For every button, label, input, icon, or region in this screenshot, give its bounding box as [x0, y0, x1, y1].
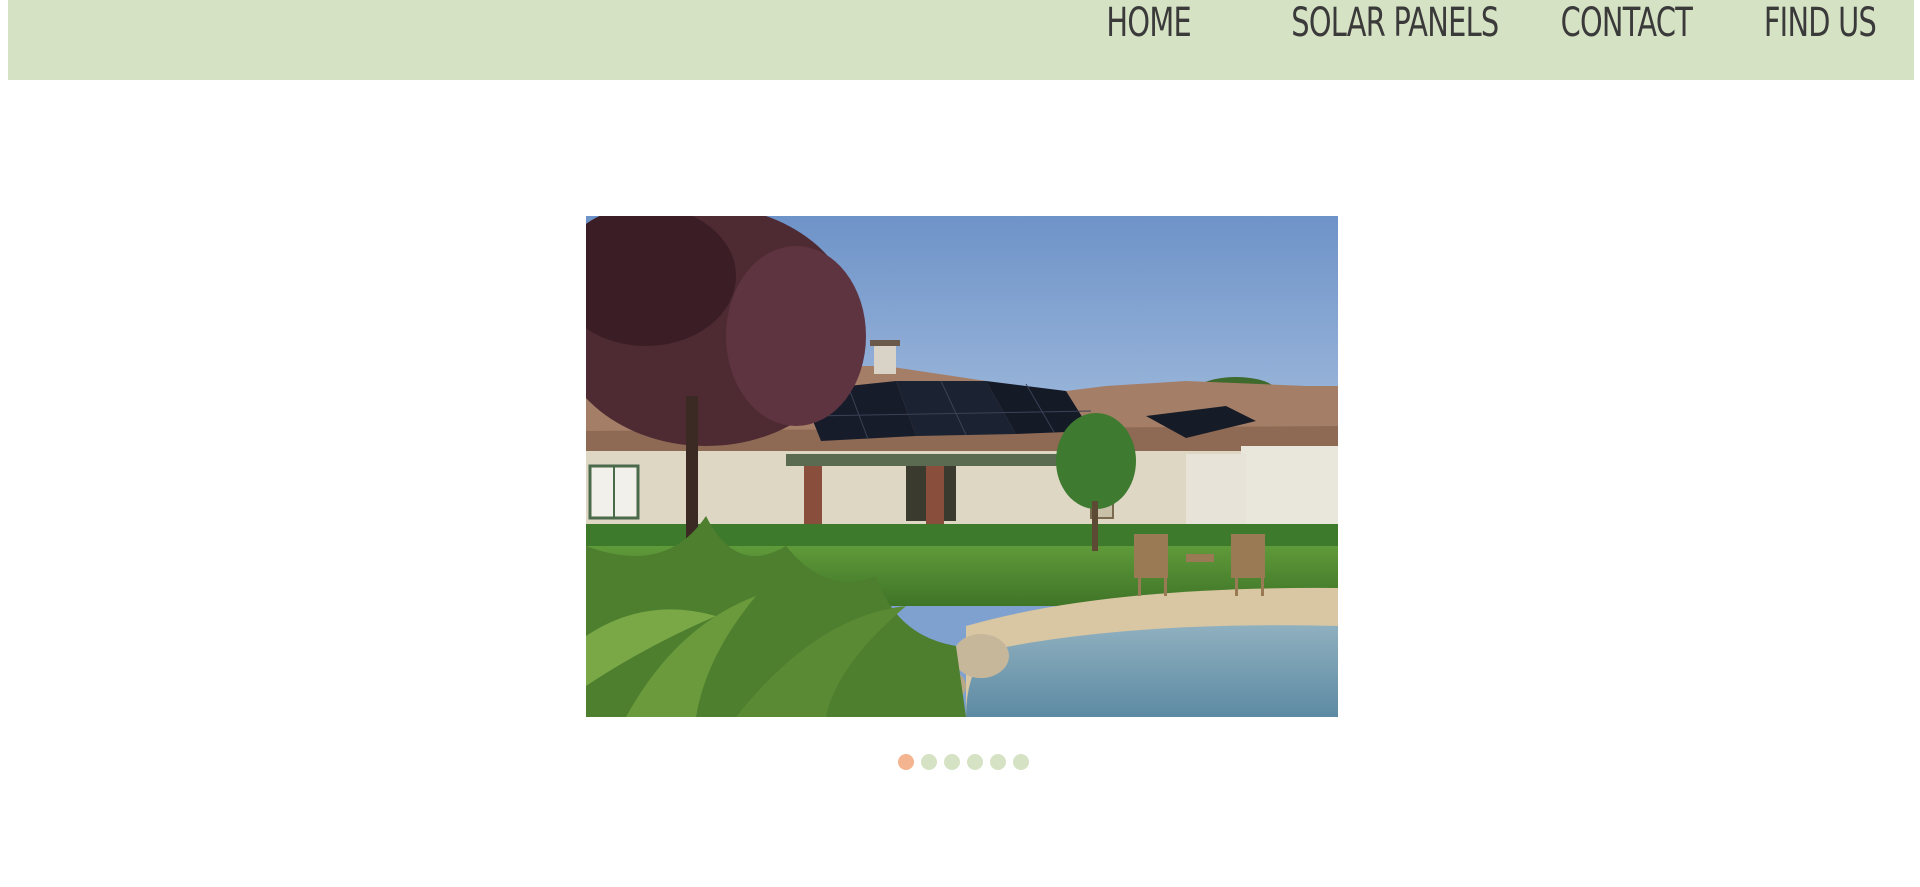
image-slider[interactable]: [586, 216, 1338, 717]
slider-dot-6[interactable]: [1013, 754, 1029, 770]
slider-dot-1[interactable]: [898, 754, 914, 770]
slider-dot-5[interactable]: [990, 754, 1006, 770]
slider-pagination: [898, 754, 1029, 770]
nav-solar-panels-link[interactable]: SOLAR PANELS: [1291, 0, 1499, 46]
nav-find-us-link[interactable]: FIND US: [1764, 0, 1877, 46]
slider-dot-3[interactable]: [944, 754, 960, 770]
solar-house-photo: [586, 216, 1338, 717]
slider-dot-4[interactable]: [967, 754, 983, 770]
nav-contact-link[interactable]: CONTACT: [1561, 0, 1693, 46]
slider-dot-2[interactable]: [921, 754, 937, 770]
top-navigation-bar: HOME SOLAR PANELS CONTACT FIND US: [8, 0, 1914, 80]
nav-home-link[interactable]: HOME: [1106, 0, 1191, 46]
